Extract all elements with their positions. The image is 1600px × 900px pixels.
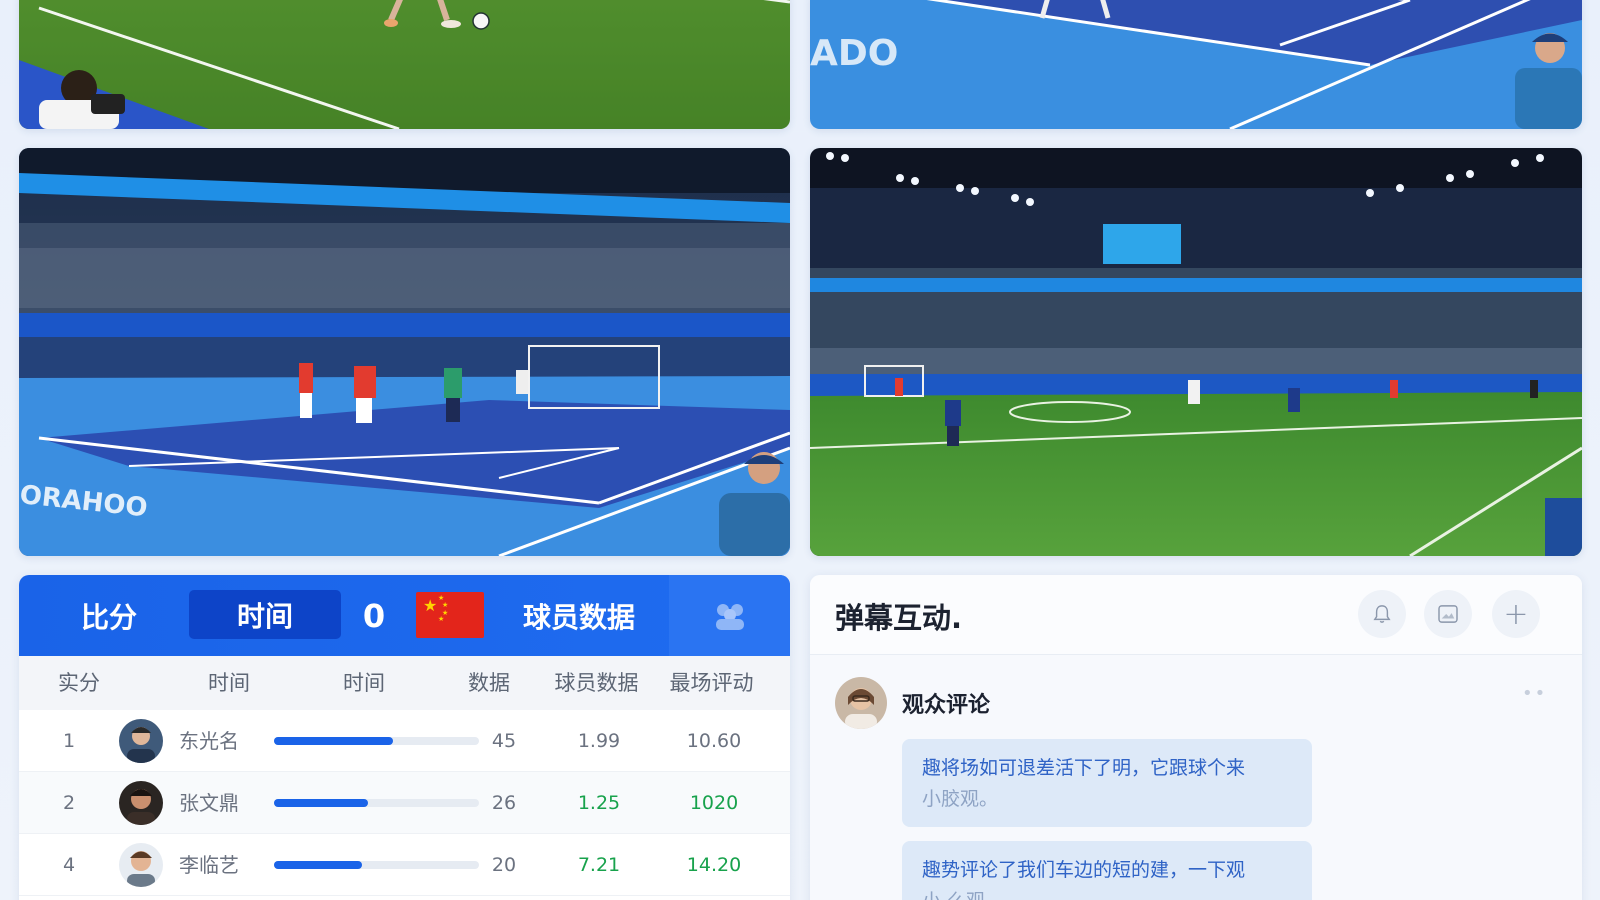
bar-value: 45 [491, 730, 517, 752]
player-avatar [119, 781, 163, 825]
team-icon[interactable] [669, 575, 790, 656]
column-header[interactable]: 数据 [454, 656, 524, 710]
soccer-field-image [19, 0, 790, 129]
stat-progress-fill [274, 861, 363, 869]
player-rating-value: 10.60 [686, 730, 742, 752]
china-flag-icon: ★ ★ ★ ★ ★ [416, 592, 484, 638]
video-feed-bottom-left[interactable]: ORAHOO [19, 148, 790, 556]
commenter-name: 观众评论 [902, 693, 991, 718]
player-name: 东光名 [179, 729, 239, 753]
score-value: 0 [362, 596, 386, 635]
table-row[interactable]: 2 张文鼎 26 1.25 1020 [19, 772, 790, 834]
stats-header-bar: 比分 时间 0 ★ ★ ★ ★ ★ 球员数据 [19, 575, 790, 656]
stat-progress-fill [274, 737, 393, 745]
stat-progress-fill [274, 799, 369, 807]
player-rank: 4 [62, 854, 76, 876]
video-feed-top-left[interactable] [19, 0, 790, 129]
stat-progress-bar [274, 737, 479, 745]
comment-bubble[interactable]: 趣将场如可退差活下了明，它跟球个来 小胶观。 [902, 739, 1312, 827]
danmaku-panel: 弹幕互动. + 观众评论 •• 趣将场如可退差活下了明，它跟球个来 小胶观。 趣… [810, 575, 1582, 900]
comment-bubble[interactable]: 趣势评论了我们车边的短的建，一下观 小 么观 [902, 841, 1312, 900]
player-rank: 1 [62, 730, 76, 752]
more-options-icon[interactable]: •• [1522, 683, 1547, 704]
player-stat-value: 7.21 [577, 854, 621, 876]
tennis-arena-image: ORAHOO [19, 148, 790, 556]
player-stats-panel: 比分 时间 0 ★ ★ ★ ★ ★ 球员数据 实分 时间 时间 数据 球员数据 … [19, 575, 790, 900]
column-header[interactable]: 实分 [44, 656, 114, 710]
bar-value: 20 [491, 854, 517, 876]
comment-text: 趣将场如可退差活下了明，它跟球个来 [922, 757, 1246, 779]
tab-player-stats[interactable]: 球员数据 [489, 575, 669, 656]
video-feed-top-right[interactable]: ADO [810, 0, 1582, 129]
comment-text: 小 么观 [922, 886, 1292, 900]
table-row[interactable]: 1 东光名 45 1.99 10.60 [19, 710, 790, 772]
commenter-avatar [835, 677, 887, 729]
danmaku-title: 弹幕互动. [835, 601, 963, 635]
comment-text: 趣势评论了我们车边的短的建，一下观 [922, 859, 1246, 881]
player-stat-value: 1.25 [577, 792, 621, 814]
table-row[interactable]: 4 李临艺 20 7.21 14.20 [19, 834, 790, 896]
column-header[interactable]: 最场评动 [659, 656, 764, 710]
player-avatar [119, 719, 163, 763]
column-header[interactable]: 球员数据 [544, 656, 649, 710]
column-header[interactable]: 时间 [194, 656, 264, 710]
stat-progress-bar [274, 861, 479, 869]
stat-progress-bar [274, 799, 479, 807]
column-header[interactable]: 时间 [329, 656, 399, 710]
player-name: 李临艺 [179, 853, 239, 877]
player-name: 张文鼎 [179, 791, 239, 815]
player-rank: 2 [62, 792, 76, 814]
player-rating-value: 1020 [689, 792, 739, 814]
svg-text:ADO: ADO [810, 33, 898, 74]
tennis-court-image: ADO [810, 0, 1582, 129]
image-icon[interactable] [1424, 590, 1472, 638]
tab-score[interactable]: 比分 [19, 575, 199, 656]
tab-time[interactable]: 时间 [189, 590, 341, 639]
soccer-stadium-image [810, 148, 1582, 556]
danmaku-header: 弹幕互动. + [810, 575, 1582, 655]
video-feed-bottom-right[interactable] [810, 148, 1582, 556]
player-avatar [119, 843, 163, 887]
player-stat-value: 1.99 [577, 730, 621, 752]
player-rating-value: 14.20 [686, 854, 742, 876]
bell-icon[interactable] [1358, 590, 1406, 638]
bar-value: 26 [491, 792, 517, 814]
stats-column-headers: 实分 时间 时间 数据 球员数据 最场评动 [19, 656, 790, 710]
comment-text: 小胶观。 [922, 788, 999, 810]
plus-icon[interactable]: + [1492, 590, 1540, 638]
